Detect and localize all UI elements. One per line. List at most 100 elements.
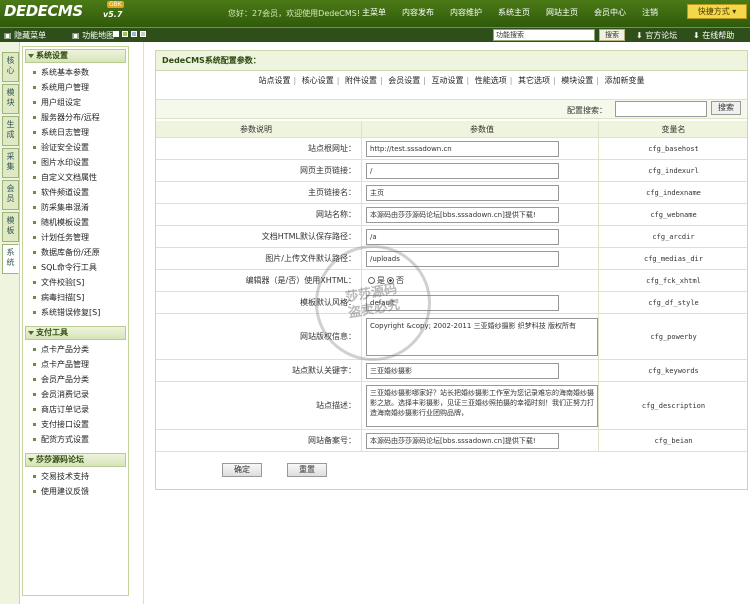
function-search-input[interactable]: 功能搜索 bbox=[493, 29, 595, 41]
function-map-button[interactable]: ▣ 功能地图 bbox=[72, 30, 114, 41]
confirm-button[interactable]: 确定 bbox=[222, 463, 262, 477]
nav-member-center[interactable]: 会员中心 bbox=[586, 7, 634, 19]
sidebar-item[interactable]: 会员产品分类 bbox=[23, 372, 128, 387]
description-textarea[interactable]: 三亚婚纱摄影哪家好？站长把婚纱摄影工作室为您记录难忘的海南婚纱摄影之旅。选择丰彩… bbox=[366, 384, 598, 427]
sidebar-section-system-settings[interactable]: 系统设置 bbox=[25, 49, 126, 63]
left-tab-system[interactable]: 系统 bbox=[2, 244, 19, 274]
left-tab-core[interactable]: 核心 bbox=[2, 52, 19, 82]
nav-content-publish[interactable]: 内容发布 bbox=[394, 7, 442, 19]
row-label: 网站名称： bbox=[156, 204, 362, 225]
indexname-input[interactable]: 主页 bbox=[366, 184, 559, 201]
table-row: 图片/上传文件默认路径： /uploads cfg_medias_dir bbox=[156, 248, 747, 270]
sidebar-item[interactable]: SQL命令行工具 bbox=[23, 260, 128, 275]
beian-input[interactable]: 本源码由莎莎源码论坛[bbs.sssadown.cn]提供下载! bbox=[366, 432, 559, 449]
nav-content-maintain[interactable]: 内容维护 bbox=[442, 7, 490, 19]
tab-performance-options[interactable]: 性能选项 bbox=[475, 76, 507, 85]
row-label: 网页主页链接： bbox=[156, 160, 362, 181]
sidebar-item[interactable]: 防采集串混淆 bbox=[23, 200, 128, 215]
var-name: cfg_powerby bbox=[650, 332, 697, 341]
tab-member-settings[interactable]: 会员设置 bbox=[388, 76, 420, 85]
sidebar-item[interactable]: 会员消费记录 bbox=[23, 387, 128, 402]
left-tab-template[interactable]: 模板 bbox=[2, 212, 19, 242]
table-row: 站点根网址： http://test.sssadown.cn cfg_baseh… bbox=[156, 138, 747, 160]
sidebar-item[interactable]: 用户组设定 bbox=[23, 95, 128, 110]
nav-logout[interactable]: 注销 bbox=[634, 7, 666, 19]
divider bbox=[143, 42, 144, 604]
sidebar-item[interactable]: 病毒扫描[S] bbox=[23, 290, 128, 305]
var-name: cfg_webname bbox=[650, 210, 697, 219]
tab-other-options[interactable]: 其它选项 bbox=[518, 76, 550, 85]
skin-blue-swatch[interactable] bbox=[131, 31, 137, 37]
skin-green-swatch[interactable] bbox=[122, 31, 128, 37]
config-search-button[interactable]: 搜索 bbox=[711, 101, 741, 115]
sidebar-item[interactable]: 系统用户管理 bbox=[23, 80, 128, 95]
online-help-link[interactable]: ⬇ 在线帮助 bbox=[693, 30, 734, 41]
var-name: cfg_indexname bbox=[646, 188, 701, 197]
reset-button[interactable]: 重置 bbox=[287, 463, 327, 477]
sidebar-item[interactable]: 随机模板设置 bbox=[23, 215, 128, 230]
sidebar-item[interactable]: 支付接口设置 bbox=[23, 417, 128, 432]
skin-gray-swatch[interactable] bbox=[140, 31, 146, 37]
var-name: cfg_df_style bbox=[648, 298, 699, 307]
quick-access-button[interactable]: 快捷方式 ▾ bbox=[687, 4, 747, 19]
sidebar-item[interactable]: 图片水印设置 bbox=[23, 155, 128, 170]
nav-system-home[interactable]: 系统主页 bbox=[490, 7, 538, 19]
sidebar-item[interactable]: 交易技术支持 bbox=[23, 469, 128, 484]
var-name: cfg_basehost bbox=[648, 144, 699, 153]
webname-input[interactable]: 本源码由莎莎源码论坛[bbs.sssadown.cn]提供下载! bbox=[366, 206, 559, 223]
tab-core-settings[interactable]: 核心设置 bbox=[302, 76, 334, 85]
left-tab-column: 核心 模块 生成 采集 会员 模板 系统 bbox=[0, 42, 20, 604]
sidebar-item[interactable]: 配货方式设置 bbox=[23, 432, 128, 447]
column-header: 参数说明 bbox=[156, 121, 362, 137]
var-name: cfg_medias_dir bbox=[643, 254, 703, 263]
left-tab-collect[interactable]: 采集 bbox=[2, 148, 19, 178]
table-row: 网站备案号： 本源码由莎莎源码论坛[bbs.sssadown.cn]提供下载! … bbox=[156, 430, 747, 452]
tab-attachment-settings[interactable]: 附件设置 bbox=[345, 76, 377, 85]
sidebar-section-forum[interactable]: 莎莎源码论坛 bbox=[25, 453, 126, 467]
sidebar-item[interactable]: 文件校验[S] bbox=[23, 275, 128, 290]
left-tab-generate[interactable]: 生成 bbox=[2, 116, 19, 146]
tab-site-settings[interactable]: 站点设置 bbox=[259, 76, 291, 85]
sidebar-item[interactable]: 服务器分布/远程 bbox=[23, 110, 128, 125]
table-row: 站点描述： 三亚婚纱摄影哪家好？站长把婚纱摄影工作室为您记录难忘的海南婚纱摄影之… bbox=[156, 382, 747, 430]
column-header: 参数值 bbox=[363, 121, 599, 137]
sidebar-item[interactable]: 数据库备份/还原 bbox=[23, 245, 128, 260]
tab-add-variable[interactable]: 添加新变量 bbox=[605, 76, 645, 85]
version-label: v5.7 bbox=[103, 10, 123, 19]
sidebar-item[interactable]: 验证安全设置 bbox=[23, 140, 128, 155]
sidebar-item[interactable]: 点卡产品分类 bbox=[23, 342, 128, 357]
skin-white-swatch[interactable] bbox=[113, 31, 119, 37]
var-name: cfg_indexurl bbox=[648, 166, 699, 175]
sidebar-item[interactable]: 系统错误修复[S] bbox=[23, 305, 128, 320]
sidebar-item[interactable]: 系统日志管理 bbox=[23, 125, 128, 140]
sidebar-item[interactable]: 软件频道设置 bbox=[23, 185, 128, 200]
sidebar-item[interactable]: 计划任务管理 bbox=[23, 230, 128, 245]
indexurl-input[interactable]: / bbox=[366, 162, 559, 179]
table-row: 网页主页链接： / cfg_indexurl bbox=[156, 160, 747, 182]
var-name: cfg_beian bbox=[654, 436, 693, 445]
sidebar-item[interactable]: 系统基本参数 bbox=[23, 65, 128, 80]
arcdir-input[interactable]: /a bbox=[366, 228, 559, 245]
basehost-input[interactable]: http://test.sssadown.cn bbox=[366, 140, 559, 157]
table-row: 网站名称： 本源码由莎莎源码论坛[bbs.sssadown.cn]提供下载! c… bbox=[156, 204, 747, 226]
top-header: DEDECMS GBK v5.7 您好：27会员，欢迎使用DedeCMS! 主菜… bbox=[0, 0, 750, 27]
sidebar-item[interactable]: 使用建议反馈 bbox=[23, 484, 128, 499]
nav-main-menu[interactable]: 主菜单 bbox=[354, 7, 394, 19]
row-label: 站点根网址： bbox=[156, 138, 362, 159]
sidebar-section-payment-tools[interactable]: 支付工具 bbox=[25, 326, 126, 340]
sidebar-item[interactable]: 点卡产品管理 bbox=[23, 357, 128, 372]
tab-module-settings[interactable]: 模块设置 bbox=[561, 76, 593, 85]
hide-menu-button[interactable]: ▣ 隐藏菜单 bbox=[4, 30, 46, 41]
official-forum-link[interactable]: ⬇ 官方论坛 bbox=[636, 30, 677, 41]
keywords-input[interactable]: 三亚婚纱摄影 bbox=[366, 362, 559, 379]
left-tab-module[interactable]: 模块 bbox=[2, 84, 19, 114]
config-panel: DedeCMS系统配置参数： 站点设置 | 核心设置 | 附件设置 | 会员设置 | 互… bbox=[155, 50, 748, 490]
sidebar-item[interactable]: 自定义文档属性 bbox=[23, 170, 128, 185]
function-search-button[interactable]: 搜索 bbox=[599, 29, 625, 41]
nav-website-home[interactable]: 网站主页 bbox=[538, 7, 586, 19]
tab-interaction-settings[interactable]: 互动设置 bbox=[432, 76, 464, 85]
sidebar-item[interactable]: 商店订单记录 bbox=[23, 402, 128, 417]
config-search-input[interactable] bbox=[615, 101, 707, 117]
left-tab-member[interactable]: 会员 bbox=[2, 180, 19, 210]
var-name: cfg_arcdir bbox=[652, 232, 695, 241]
